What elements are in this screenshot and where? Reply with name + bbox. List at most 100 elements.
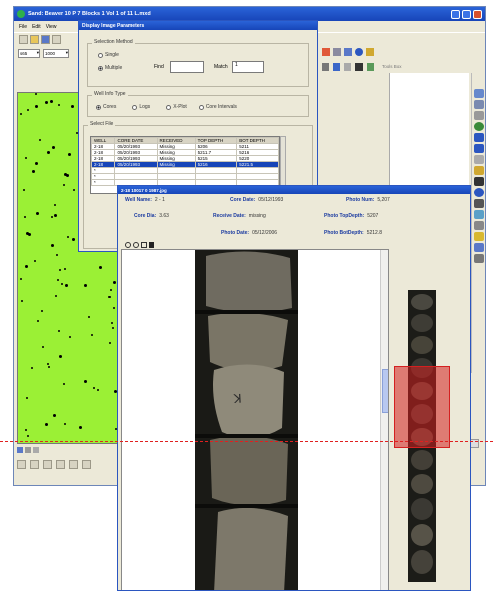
layer-combo[interactable]: s65 ▾ xyxy=(18,48,40,58)
well-point-icon[interactable] xyxy=(73,189,75,191)
well-point-icon[interactable] xyxy=(63,184,65,186)
well-point-icon[interactable] xyxy=(26,397,28,399)
layer-icon[interactable] xyxy=(474,243,484,252)
draw-line-icon[interactable] xyxy=(69,459,78,469)
well-point-icon[interactable] xyxy=(48,366,50,368)
well-point-icon[interactable] xyxy=(41,310,43,312)
menu-edit[interactable]: Edit xyxy=(32,24,41,30)
radio-cores[interactable]: Cores xyxy=(96,104,116,110)
well-point-icon[interactable] xyxy=(42,346,44,348)
pencil-icon[interactable] xyxy=(474,232,484,241)
tools-box-label[interactable]: Tools Box xyxy=(382,64,402,69)
well-point-icon[interactable] xyxy=(52,146,55,149)
draw-rotate-icon[interactable] xyxy=(30,459,39,469)
chart-icon[interactable] xyxy=(367,62,374,71)
zoom-in-icon[interactable] xyxy=(474,89,484,98)
well-point-icon[interactable] xyxy=(63,383,65,385)
well-point-icon[interactable] xyxy=(56,254,58,256)
identify-rail-icon[interactable] xyxy=(474,188,484,197)
select-features-icon[interactable] xyxy=(474,155,484,164)
well-point-icon[interactable] xyxy=(109,342,111,344)
menu-view[interactable]: View xyxy=(46,24,57,30)
well-point-icon[interactable] xyxy=(35,93,37,95)
well-point-icon[interactable] xyxy=(54,204,56,206)
close-button[interactable] xyxy=(473,9,482,19)
well-point-icon[interactable] xyxy=(79,426,82,429)
save-icon[interactable] xyxy=(41,35,50,44)
scale-combo[interactable]: 1000 ▾ xyxy=(43,48,69,58)
draw-select-icon[interactable] xyxy=(17,459,26,469)
zoom-out-icon[interactable] xyxy=(133,242,139,248)
well-point-icon[interactable] xyxy=(32,170,35,173)
help-icon[interactable] xyxy=(355,47,363,56)
well-point-icon[interactable] xyxy=(111,322,113,324)
well-point-icon[interactable] xyxy=(45,101,48,104)
well-point-icon[interactable] xyxy=(110,289,112,291)
minimize-button[interactable] xyxy=(451,9,460,19)
well-point-icon[interactable] xyxy=(50,100,53,103)
well-point-icon[interactable] xyxy=(51,216,53,218)
well-point-icon[interactable] xyxy=(99,266,102,269)
well-point-icon[interactable] xyxy=(27,435,29,437)
info-icon[interactable] xyxy=(366,47,374,56)
well-point-icon[interactable] xyxy=(31,367,33,369)
well-point-icon[interactable] xyxy=(53,414,56,417)
well-point-icon[interactable] xyxy=(71,105,74,108)
zoom-out-icon[interactable] xyxy=(474,100,484,109)
well-point-icon[interactable] xyxy=(91,334,93,336)
well-point-icon[interactable] xyxy=(108,296,110,298)
well-point-icon[interactable] xyxy=(39,139,41,141)
well-point-icon[interactable] xyxy=(113,281,116,284)
well-point-icon[interactable] xyxy=(28,233,31,236)
menu-file[interactable]: File xyxy=(19,24,27,30)
find-input[interactable] xyxy=(170,61,204,73)
core-photo-viewport[interactable]: ꓘ xyxy=(121,249,389,590)
well-point-icon[interactable] xyxy=(84,380,87,383)
refresh-icon[interactable] xyxy=(33,447,39,453)
well-point-icon[interactable] xyxy=(24,216,26,218)
open-icon[interactable] xyxy=(30,35,39,44)
zoom-in-icon[interactable] xyxy=(125,242,131,248)
well-point-icon[interactable] xyxy=(23,189,25,191)
well-point-icon[interactable] xyxy=(64,423,66,425)
well-point-icon[interactable] xyxy=(35,162,38,165)
well-point-icon[interactable] xyxy=(25,157,27,159)
radio-logs[interactable]: Logs xyxy=(132,104,150,110)
radio-core-intervals[interactable]: Core Intervals xyxy=(198,104,237,110)
photo-scroll-thumb[interactable] xyxy=(382,369,388,413)
maximize-button[interactable] xyxy=(462,9,471,19)
draw-rect-icon[interactable] xyxy=(56,459,65,469)
print-icon[interactable] xyxy=(52,35,61,44)
pan-icon[interactable] xyxy=(474,111,484,120)
well-point-icon[interactable] xyxy=(20,113,22,115)
well-point-icon[interactable] xyxy=(84,284,87,287)
draw-text-icon[interactable] xyxy=(43,459,52,469)
link-icon[interactable] xyxy=(474,254,484,263)
measure-rail-icon[interactable] xyxy=(474,221,484,230)
data-view-icon[interactable] xyxy=(17,447,23,453)
well-point-icon[interactable] xyxy=(66,174,69,177)
well-point-icon[interactable] xyxy=(93,387,95,389)
well-point-icon[interactable] xyxy=(64,268,66,270)
well-point-icon[interactable] xyxy=(54,214,57,217)
well-point-icon[interactable] xyxy=(35,105,38,108)
select-arrow-icon[interactable] xyxy=(322,62,329,71)
photo-vertical-scrollbar[interactable] xyxy=(380,250,388,590)
well-point-icon[interactable] xyxy=(25,429,27,431)
forward-icon[interactable] xyxy=(474,144,484,153)
full-extent-icon[interactable] xyxy=(474,122,484,131)
radio-xplot[interactable]: X-Plot xyxy=(166,104,187,110)
well-point-icon[interactable] xyxy=(59,269,61,271)
radio-multiple[interactable]: Multiple xyxy=(98,65,122,71)
well-point-icon[interactable] xyxy=(72,238,75,241)
well-point-icon[interactable] xyxy=(47,151,50,154)
well-point-icon[interactable] xyxy=(65,284,68,287)
well-point-icon[interactable] xyxy=(61,283,63,285)
well-point-icon[interactable] xyxy=(88,316,90,318)
well-point-icon[interactable] xyxy=(20,278,22,280)
well-point-icon[interactable] xyxy=(34,260,36,262)
well-point-icon[interactable] xyxy=(21,300,23,302)
clear-selection-icon[interactable] xyxy=(474,166,484,175)
table-icon[interactable] xyxy=(333,47,341,56)
back-icon[interactable] xyxy=(474,133,484,142)
